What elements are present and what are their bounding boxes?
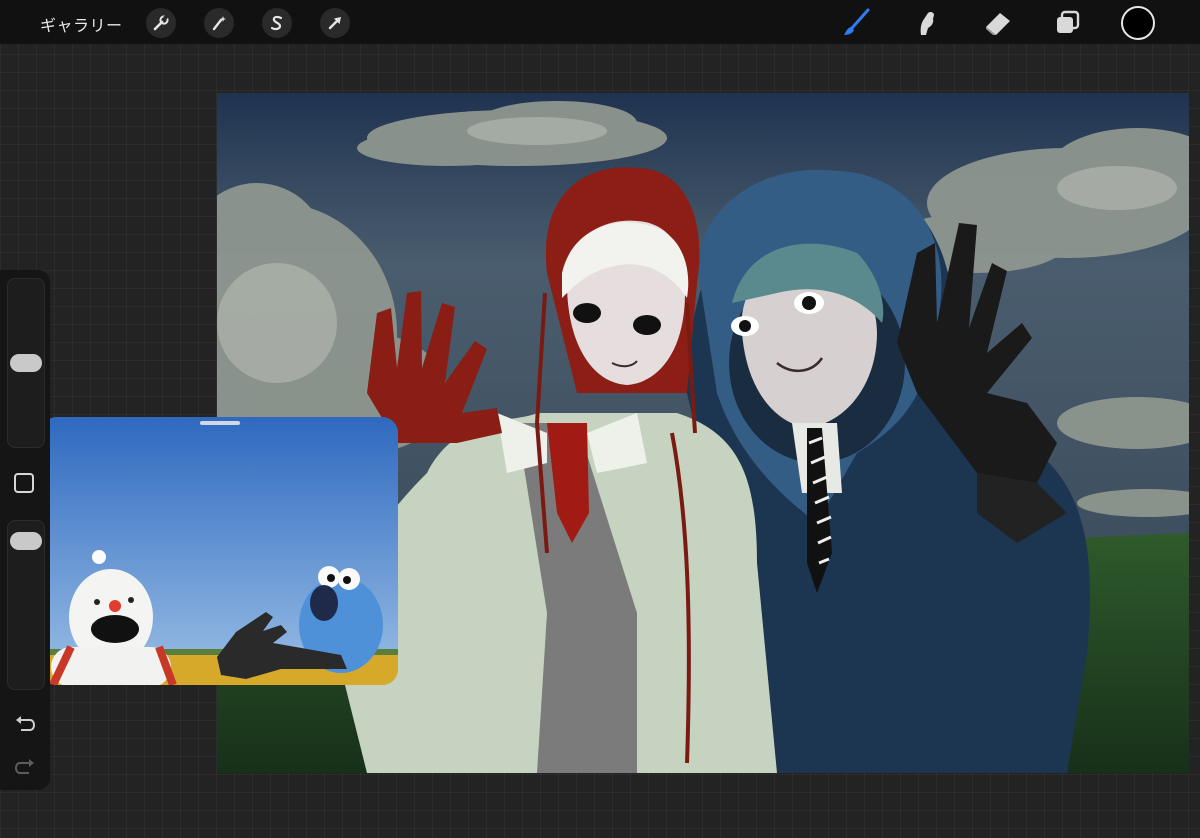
- sidebar: [0, 270, 50, 790]
- opacity-slider[interactable]: [7, 520, 45, 690]
- opacity-knob[interactable]: [10, 532, 42, 551]
- arrow-cursor-icon: [328, 17, 341, 30]
- undo-icon[interactable]: [13, 711, 37, 735]
- modify-square-icon[interactable]: [14, 473, 34, 493]
- brush-size-knob[interactable]: [10, 354, 42, 372]
- gallery-button[interactable]: ギャラリー: [40, 12, 123, 36]
- layers-icon: [1057, 10, 1080, 33]
- color-swatch-button[interactable]: [1121, 6, 1155, 40]
- smudge-tool-button[interactable]: [910, 7, 942, 39]
- wrench-icon: [153, 14, 169, 31]
- eraser-tool-button[interactable]: [982, 7, 1014, 39]
- brush-tool-button[interactable]: [840, 7, 872, 39]
- magic-wand-icon: [212, 16, 226, 31]
- selection-button[interactable]: [262, 8, 292, 38]
- eraser-icon: [986, 13, 1010, 35]
- reference-image: [41, 417, 398, 685]
- reference-drag-handle[interactable]: [200, 421, 240, 425]
- actions-button[interactable]: [146, 8, 176, 38]
- brush-icon: [844, 8, 870, 35]
- transform-button[interactable]: [320, 8, 350, 38]
- adjustments-button[interactable]: [204, 8, 234, 38]
- brush-size-slider[interactable]: [7, 278, 45, 448]
- smudge-icon: [920, 11, 934, 35]
- reference-window[interactable]: [41, 417, 398, 685]
- selection-s-icon: [270, 15, 283, 31]
- redo-icon[interactable]: [13, 754, 37, 778]
- layers-tool-button[interactable]: [1052, 7, 1084, 39]
- top-toolbar: ギャラリー: [0, 0, 1200, 44]
